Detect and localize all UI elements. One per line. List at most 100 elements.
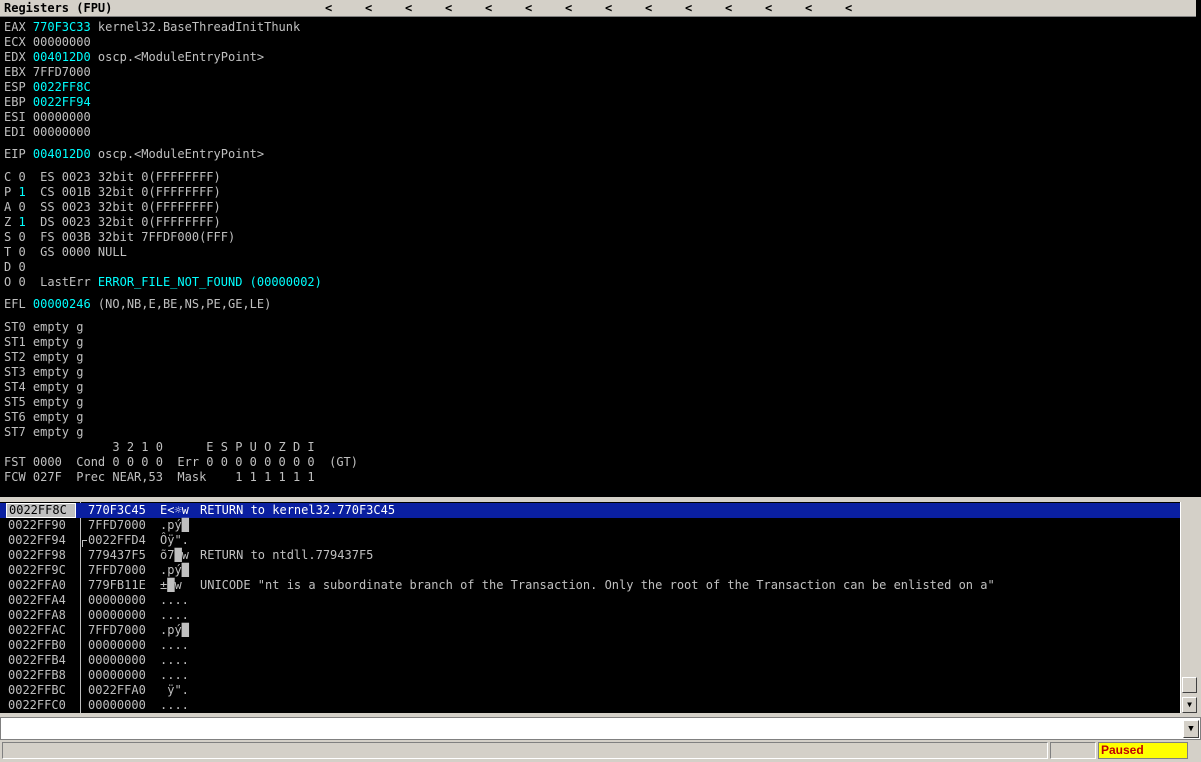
registers-titlebar[interactable]: Registers (FPU) < < < < < < < < < < < < < < xyxy=(0,0,1196,17)
table-row[interactable]: 0022FF90 7FFD7000 .pý█ xyxy=(0,518,1180,533)
table-row[interactable]: 0022FFA0 779FB11E ±█w UNICODE "nt is a subo… xyxy=(0,578,1180,593)
register-value: 0022FF8C xyxy=(32,80,91,94)
register-line[interactable]: ST0 empty g xyxy=(4,320,83,335)
register-text: C 0 ES 0023 32bit 0(FFFFFFFF) xyxy=(4,170,221,184)
register-line[interactable]: EFL 00000246 (NO,NB,E,BE,NS,PE,GE,LE) xyxy=(4,297,271,312)
stack-address: 0022FFAC xyxy=(8,623,66,637)
stack-address: 0022FFC0 xyxy=(8,698,66,712)
stack-comment: RETURN to kernel32.770F3C45 xyxy=(200,503,396,517)
register-text: oscp.<ModuleEntryPoint> xyxy=(90,50,265,64)
stack-value: 00000000 xyxy=(88,653,146,667)
status-blank-panel xyxy=(1050,742,1096,759)
nav-arrow-icon[interactable]: < xyxy=(645,1,652,15)
stack-ascii: .pý█ xyxy=(160,518,189,532)
register-text: CS 001B 32bit 0(FFFFFFFF) xyxy=(25,185,221,199)
nav-arrow-icon[interactable]: < xyxy=(405,1,412,15)
nav-arrow-icon[interactable]: < xyxy=(805,1,812,15)
register-value: ERROR_FILE_NOT_FOUND (00000002) xyxy=(97,275,322,289)
register-line[interactable]: 3 2 1 0 E S P U O Z D I xyxy=(4,440,315,455)
register-line[interactable]: O 0 LastErr ERROR_FILE_NOT_FOUND (000000… xyxy=(4,275,322,290)
register-text: EFL xyxy=(4,297,33,311)
register-line[interactable]: S 0 FS 003B 32bit 7FFDF000(FFF) xyxy=(4,230,235,245)
stack-value: 00000000 xyxy=(88,638,146,652)
table-row[interactable]: 0022FFA8 00000000.... xyxy=(0,608,1180,623)
register-line[interactable]: ST6 empty g xyxy=(4,410,83,425)
register-line[interactable]: ST7 empty g xyxy=(4,425,83,440)
nav-arrow-icon[interactable]: < xyxy=(485,1,492,15)
scroll-down-icon[interactable]: ▼ xyxy=(1182,697,1197,713)
stack-ascii: Ôÿ". xyxy=(160,533,189,547)
table-row[interactable]: 0022FFBC 0022FFA0 ÿ". xyxy=(0,683,1180,698)
register-line[interactable]: EIP 004012D0 oscp.<ModuleEntryPoint> xyxy=(4,147,264,162)
nav-arrow-icon[interactable]: < xyxy=(685,1,692,15)
register-value: 004012D0 xyxy=(32,50,91,64)
table-row[interactable]: 0022FF98 779437F5 õ7█w RETURN to ntdll.7794… xyxy=(0,548,1180,563)
register-line[interactable]: EBX 7FFD7000 xyxy=(4,65,91,80)
register-line[interactable]: ST4 empty g xyxy=(4,380,83,395)
chevron-down-icon[interactable]: ▼ xyxy=(1183,720,1199,738)
register-text: ST7 empty g xyxy=(4,425,84,439)
register-text: EDX xyxy=(4,50,33,64)
nav-arrow-icon[interactable]: < xyxy=(325,1,332,15)
stack-value: 779437F5 xyxy=(88,548,146,562)
register-text: ST6 empty g xyxy=(4,410,84,424)
table-row[interactable]: 0022FF9C 7FFD7000 .pý█ xyxy=(0,563,1180,578)
register-value: 1 xyxy=(18,215,26,229)
scrollbar-thumb[interactable] xyxy=(1182,677,1197,693)
register-line[interactable]: EDX 004012D0 oscp.<ModuleEntryPoint> xyxy=(4,50,264,65)
stack-ascii: ÿ". xyxy=(160,683,189,697)
register-line[interactable]: FST 0000 Cond 0 0 0 0 Err 0 0 0 0 0 0 0 … xyxy=(4,455,358,470)
command-input[interactable] xyxy=(3,720,1173,735)
register-line[interactable]: ECX 00000000 xyxy=(4,35,91,50)
register-line[interactable]: ST2 empty g xyxy=(4,350,83,365)
register-line[interactable]: Z 1 DS 0023 32bit 0(FFFFFFFF) xyxy=(4,215,221,230)
stack-ascii: .... xyxy=(160,668,189,682)
nav-arrow-icon[interactable]: < xyxy=(445,1,452,15)
nav-arrow-icon[interactable]: < xyxy=(605,1,612,15)
register-value: 0022FF94 xyxy=(32,95,91,109)
register-line[interactable]: EAX 770F3C33 kernel32.BaseThreadInitThun… xyxy=(4,20,300,35)
nav-arrow-icon[interactable]: < xyxy=(845,1,852,15)
stack-comment: RETURN to ntdll.779437F5 xyxy=(200,548,374,562)
nav-arrow-icon[interactable]: < xyxy=(565,1,572,15)
table-row[interactable]: 0022FF94 0022FFD4 Ôÿ". xyxy=(0,533,1180,548)
register-line[interactable]: P 1 CS 001B 32bit 0(FFFFFFFF) xyxy=(4,185,221,200)
register-line[interactable]: ST5 empty g xyxy=(4,395,83,410)
register-line[interactable]: FCW 027F Prec NEAR,53 Mask 1 1 1 1 1 1 xyxy=(4,470,315,485)
register-line[interactable]: ST1 empty g xyxy=(4,335,83,350)
table-row[interactable]: 0022FFA4 00000000.... xyxy=(0,593,1180,608)
register-line[interactable]: C 0 ES 0023 32bit 0(FFFFFFFF) xyxy=(4,170,221,185)
stack-scrollbar[interactable]: ▼ xyxy=(1180,502,1197,713)
stack-comment: UNICODE "nt is a subordinate branch of t… xyxy=(200,578,995,592)
register-text: T 0 GS 0000 NULL xyxy=(4,245,127,259)
stack-address: 0022FF8C xyxy=(6,503,76,518)
table-row[interactable]: 0022FFB4 00000000.... xyxy=(0,653,1180,668)
register-line[interactable]: ESI 00000000 xyxy=(4,110,91,125)
register-line[interactable]: D 0 xyxy=(4,260,26,275)
stack-value: 7FFD7000 xyxy=(88,563,146,577)
register-text: ST1 empty g xyxy=(4,335,84,349)
table-row[interactable]: 0022FF8C 770F3C45 E<☼w RETURN to kernel32.7… xyxy=(0,503,1180,518)
nav-arrow-icon[interactable]: < xyxy=(525,1,532,15)
stack-value: 7FFD7000 xyxy=(88,623,146,637)
status-badge: Paused xyxy=(1098,742,1188,759)
nav-arrow-icon[interactable]: < xyxy=(725,1,732,15)
register-text: FCW 027F Prec NEAR,53 Mask 1 1 1 1 1 1 xyxy=(4,470,315,484)
table-row[interactable]: 0022FFAC 7FFD7000 .pý█ xyxy=(0,623,1180,638)
table-row[interactable]: 0022FFC0 00000000.... xyxy=(0,698,1180,713)
register-text: EBX 7FFD7000 xyxy=(4,65,91,79)
table-row[interactable]: 0022FFB0 00000000.... xyxy=(0,638,1180,653)
register-line[interactable]: ST3 empty g xyxy=(4,365,83,380)
nav-arrow-icon[interactable]: < xyxy=(765,1,772,15)
register-line[interactable]: T 0 GS 0000 NULL xyxy=(4,245,127,260)
register-line[interactable]: ESP 0022FF8C xyxy=(4,80,91,95)
register-line[interactable]: EDI 00000000 xyxy=(4,125,91,140)
register-text: EDI 00000000 xyxy=(4,125,91,139)
register-line[interactable]: EBP 0022FF94 xyxy=(4,95,91,110)
registers-title: Registers (FPU) xyxy=(4,1,113,15)
table-row[interactable]: 0022FFB8 00000000.... xyxy=(0,668,1180,683)
register-text: 3 2 1 0 E S P U O Z D I xyxy=(4,440,315,454)
register-text: kernel32.BaseThreadInitThunk xyxy=(90,20,301,34)
nav-arrow-icon[interactable]: < xyxy=(365,1,372,15)
register-line[interactable]: A 0 SS 0023 32bit 0(FFFFFFFF) xyxy=(4,200,221,215)
